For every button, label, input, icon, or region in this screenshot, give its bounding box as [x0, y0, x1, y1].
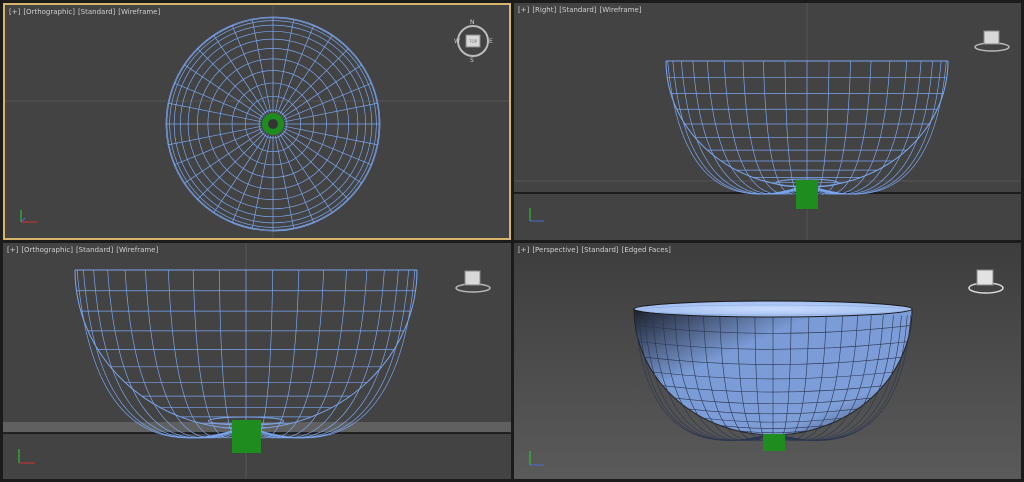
- compass-n-label: N: [470, 19, 475, 26]
- viewcube-face-label: TOP: [468, 39, 478, 44]
- viewport-bottom-right[interactable]: [+] [Perspective] [Standard] [Edged Faces]: [514, 243, 1021, 479]
- pivot-ring: [262, 113, 284, 135]
- axis-tripod-icon: [529, 208, 544, 222]
- viewcube-box-icon: [976, 269, 994, 286]
- compass-w-label: W: [454, 38, 460, 45]
- axis-tripod-icon: [18, 449, 35, 464]
- perspective-view-canvas: [529, 300, 913, 466]
- viewcube[interactable]: TOP N S E W: [453, 17, 493, 63]
- viewport-top-right[interactable]: [+] [Right] [Standard] [Wireframe]: [514, 3, 1021, 240]
- viewcube[interactable]: [966, 267, 1006, 297]
- viewport-layout: [+] [Orthographic] [Standard] [Wireframe] T…: [0, 0, 1024, 482]
- viewport-bottom-left[interactable]: [+] [Orthographic] [Standard] [Wireframe]: [3, 243, 511, 479]
- viewport-top-left[interactable]: [+] [Orthographic] [Standard] [Wireframe] T…: [3, 3, 511, 240]
- bowl-wireframe-side[interactable]: [665, 60, 949, 195]
- axis-tripod-icon: [529, 451, 544, 466]
- front-view-canvas: [3, 243, 511, 479]
- pivot-base: [232, 420, 261, 453]
- pivot-base: [796, 180, 818, 209]
- viewcube[interactable]: [453, 267, 493, 295]
- bowl-wireframe-front[interactable]: [74, 269, 418, 439]
- right-view-canvas: [514, 3, 1021, 240]
- top-view-canvas: [5, 5, 509, 238]
- viewcube[interactable]: [972, 27, 1012, 55]
- compass-s-label: S: [470, 57, 474, 63]
- axis-tripod-icon: [20, 210, 37, 223]
- compass-e-label: E: [489, 38, 493, 45]
- viewcube-box-icon: [983, 30, 1000, 45]
- viewcube-box-icon: [464, 270, 481, 286]
- pivot-base: [763, 434, 785, 451]
- bowl-shaded-perspective[interactable]: [633, 300, 913, 441]
